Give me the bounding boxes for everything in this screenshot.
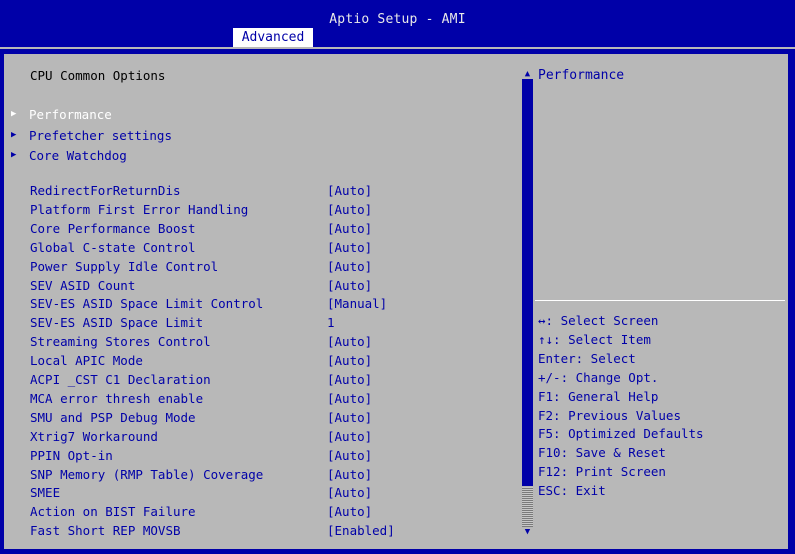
setting-label: MCA error thresh enable xyxy=(30,390,204,406)
setting-value[interactable]: [Auto] xyxy=(327,483,372,502)
key-hint: F12: Print Screen xyxy=(538,464,666,480)
setting-label: SEV ASID Count xyxy=(30,277,136,293)
key-hint: ↑↓: Select Item xyxy=(538,331,651,347)
setting-row[interactable]: ACPI _CST C1 Declaration [Auto] xyxy=(8,370,521,389)
submenu-arrow-icon: ▶ xyxy=(11,109,17,119)
setting-value[interactable]: [Auto] xyxy=(327,238,372,257)
help-panel: Performance ↔: Select Screen ↑↓: Select I… xyxy=(535,57,785,546)
setting-value[interactable]: [Auto] xyxy=(327,181,372,200)
submenu-label: Performance xyxy=(29,107,112,122)
setting-row[interactable]: SEV ASID Count [Auto] xyxy=(8,276,521,295)
setting-row[interactable]: PPIN Opt-in [Auto] xyxy=(8,446,521,465)
setting-row[interactable]: Platform First Error Handling [Auto] xyxy=(8,200,521,219)
setting-row[interactable]: Xtrig7 Workaround [Auto] xyxy=(8,427,521,446)
setting-label: Platform First Error Handling xyxy=(30,201,249,217)
title-bar: Aptio Setup - AMI Advanced xyxy=(0,0,795,49)
setting-value[interactable]: [Auto] xyxy=(327,351,372,370)
setting-label: Core Performance Boost xyxy=(30,220,196,236)
setting-value[interactable]: [Manual] xyxy=(327,294,387,313)
setting-row[interactable]: Core Performance Boost [Auto] xyxy=(8,219,521,238)
scrollbar[interactable]: ▲ ▼ xyxy=(521,57,534,546)
scrollbar-track-remainder[interactable] xyxy=(522,487,533,527)
setting-value[interactable]: [Auto] xyxy=(327,408,372,427)
key-hint: Enter: Select xyxy=(538,350,636,366)
setting-label: Streaming Stores Control xyxy=(30,334,211,350)
setting-label: SMEE xyxy=(30,485,61,501)
tab-advanced[interactable]: Advanced xyxy=(233,28,313,48)
setting-label: SNP Memory (RMP Table) Coverage xyxy=(30,466,264,482)
setting-value[interactable]: 1 xyxy=(327,313,335,332)
setting-value[interactable]: [Auto] xyxy=(327,276,372,295)
setting-value[interactable]: [Enabled] xyxy=(327,521,395,540)
setting-label: SEV-ES ASID Space Limit Control xyxy=(30,296,264,312)
setting-row[interactable]: Streaming Stores Control [Auto] xyxy=(8,332,521,351)
setting-value[interactable]: [Auto] xyxy=(327,257,372,276)
setting-row[interactable]: SMEE [Auto] xyxy=(8,483,521,502)
setting-row[interactable]: MCA error thresh enable [Auto] xyxy=(8,389,521,408)
help-description: Performance xyxy=(538,68,625,83)
submenu-arrow-icon: ▶ xyxy=(11,150,17,160)
setting-row[interactable]: Action on BIST Failure [Auto] xyxy=(8,502,521,521)
setting-value[interactable]: [Auto] xyxy=(327,427,372,446)
setting-value[interactable]: [Auto] xyxy=(327,446,372,465)
setting-row[interactable]: Local APIC Mode [Auto] xyxy=(8,351,521,370)
key-hint: F1: General Help xyxy=(538,388,659,404)
settings-panel: CPU Common Options ▶ Performance ▶ Prefetch… xyxy=(8,57,521,546)
key-hint: F5: Optimized Defaults xyxy=(538,426,704,442)
setting-value[interactable]: [Auto] xyxy=(327,370,372,389)
setting-value[interactable]: [Auto] xyxy=(327,389,372,408)
key-hint: +/-: Change Opt. xyxy=(538,369,659,385)
setting-value[interactable]: [Auto] xyxy=(327,465,372,484)
setting-row[interactable]: Global C-state Control [Auto] xyxy=(8,238,521,257)
setting-row[interactable]: Power Supply Idle Control [Auto] xyxy=(8,257,521,276)
key-hint: ESC: Exit xyxy=(538,483,606,499)
setting-row[interactable]: Fast Short REP MOVSB [Enabled] xyxy=(8,521,521,540)
setting-label: SEV-ES ASID Space Limit xyxy=(30,315,204,331)
setting-row[interactable]: SNP Memory (RMP Table) Coverage [Auto] xyxy=(8,465,521,484)
setting-label: RedirectForReturnDis xyxy=(30,183,181,198)
setting-row[interactable]: SEV-ES ASID Space Limit 1 xyxy=(8,313,521,332)
key-hint: ↔: Select Screen xyxy=(538,313,659,328)
key-hint: F10: Save & Reset xyxy=(538,445,666,461)
setting-row[interactable]: SEV-ES ASID Space Limit Control [Manual] xyxy=(8,294,521,313)
submenu-arrow-icon: ▶ xyxy=(11,129,17,140)
setting-label: Power Supply Idle Control xyxy=(30,258,219,274)
title-bar-divider xyxy=(0,47,795,49)
setting-row[interactable]: SMU and PSP Debug Mode [Auto] xyxy=(8,408,521,427)
setting-value[interactable]: [Auto] xyxy=(327,200,372,219)
app-title: Aptio Setup - AMI xyxy=(329,12,466,27)
setting-value[interactable]: [Auto] xyxy=(327,502,372,521)
setting-label: Local APIC Mode xyxy=(30,353,143,369)
setting-value[interactable]: [Auto] xyxy=(327,219,372,238)
setting-value[interactable]: [Auto] xyxy=(327,332,372,351)
setting-label: ACPI _CST C1 Declaration xyxy=(30,372,211,387)
submenu-item[interactable]: ▶ Performance xyxy=(8,105,521,124)
submenu-item[interactable]: ▶ Prefetcher settings xyxy=(8,126,521,145)
setting-label: PPIN Opt-in xyxy=(30,447,113,463)
setting-label: Global C-state Control xyxy=(30,239,196,255)
submenu-label: Prefetcher settings xyxy=(29,127,172,143)
setting-label: Fast Short REP MOVSB xyxy=(30,523,181,539)
scroll-down-arrow-icon[interactable]: ▼ xyxy=(521,527,534,537)
help-divider xyxy=(535,300,785,301)
setting-label: SMU and PSP Debug Mode xyxy=(30,409,196,425)
setting-label: Xtrig7 Workaround xyxy=(30,428,158,444)
submenu-item[interactable]: ▶ Core Watchdog xyxy=(8,146,521,165)
scroll-up-arrow-icon[interactable]: ▲ xyxy=(521,69,534,79)
scrollbar-thumb[interactable] xyxy=(522,79,533,486)
key-hint: F2: Previous Values xyxy=(538,407,681,423)
setting-row[interactable]: RedirectForReturnDis [Auto] xyxy=(8,181,521,200)
setting-label: Action on BIST Failure xyxy=(30,504,196,520)
submenu-label: Core Watchdog xyxy=(29,148,127,163)
section-heading: CPU Common Options xyxy=(30,68,166,83)
